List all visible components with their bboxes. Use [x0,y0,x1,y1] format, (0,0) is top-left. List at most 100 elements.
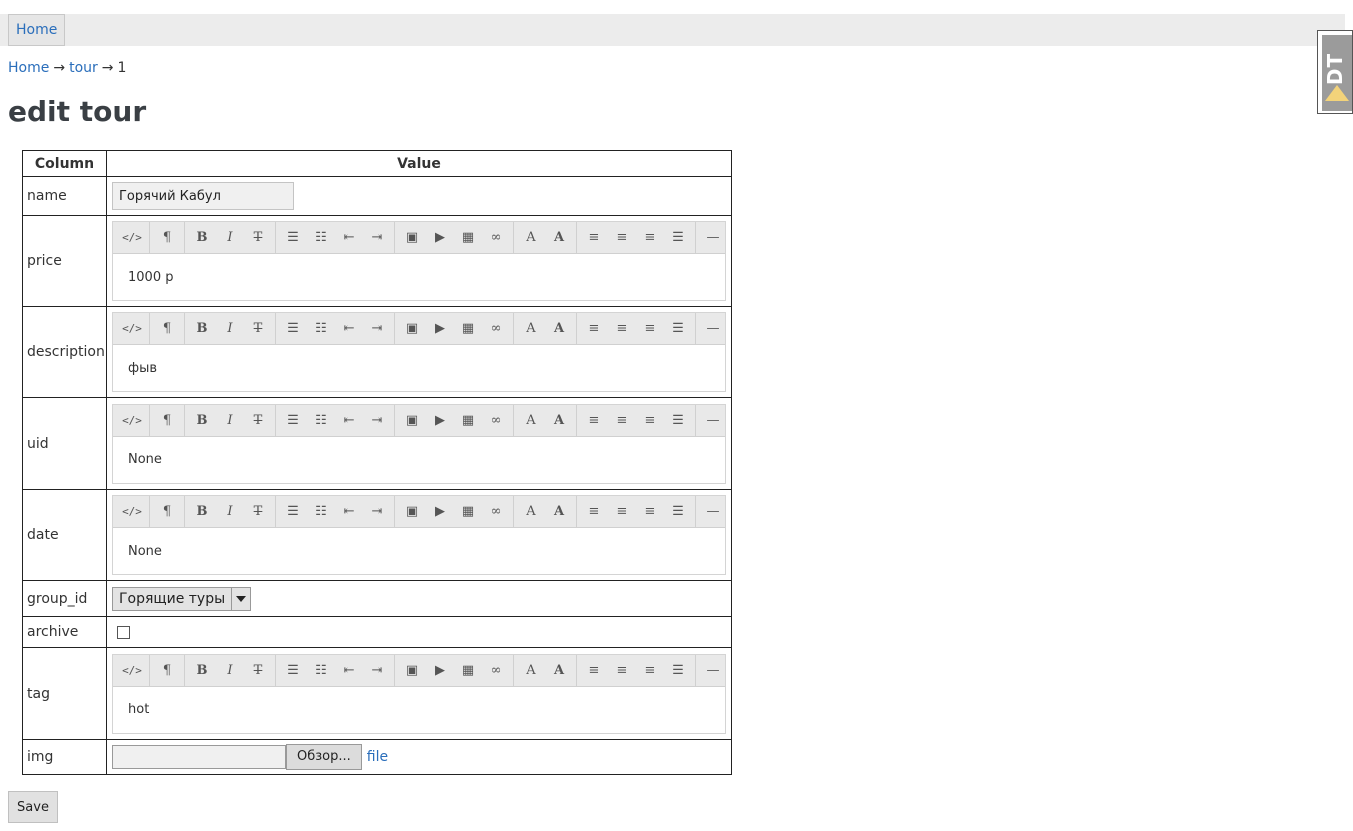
font-color-icon[interactable]: A [517,498,545,526]
align-left-icon[interactable]: ≡ [580,656,608,684]
debug-toolbar-handle[interactable]: DT [1317,30,1353,114]
unordered-list-icon[interactable]: ☰ [279,656,307,684]
align-left-icon[interactable]: ≡ [580,315,608,343]
strikethrough-icon[interactable]: T [244,224,272,252]
italic-icon[interactable]: I [216,315,244,343]
indent-icon[interactable]: ⇥ [363,315,391,343]
indent-icon[interactable]: ⇥ [363,406,391,434]
background-color-icon[interactable]: A [545,315,573,343]
html-icon[interactable]: </> [118,224,146,252]
justify-icon[interactable]: ☰ [664,406,692,434]
align-right-icon[interactable]: ≡ [636,224,664,252]
ordered-list-icon[interactable]: ☷ [307,498,335,526]
price-editor-content[interactable]: 1000 р [113,254,725,300]
unordered-list-icon[interactable]: ☰ [279,315,307,343]
link-icon[interactable]: ∞ [482,315,510,343]
ordered-list-icon[interactable]: ☷ [307,406,335,434]
outdent-icon[interactable]: ⇤ [335,224,363,252]
ordered-list-icon[interactable]: ☷ [307,224,335,252]
breadcrumb-home[interactable]: Home [8,60,49,76]
date-editor-content[interactable]: None [113,528,725,574]
home-nav-button[interactable]: Home [8,14,65,46]
video-icon[interactable]: ▶ [426,656,454,684]
outdent-icon[interactable]: ⇤ [335,315,363,343]
tag-editor-content[interactable]: hot [113,686,725,733]
video-icon[interactable]: ▶ [426,224,454,252]
bold-icon[interactable]: B [188,656,216,684]
link-icon[interactable]: ∞ [482,656,510,684]
paragraph-icon[interactable]: ¶ [153,498,181,526]
align-right-icon[interactable]: ≡ [636,656,664,684]
background-color-icon[interactable]: A [545,406,573,434]
align-left-icon[interactable]: ≡ [580,406,608,434]
font-color-icon[interactable]: A [517,224,545,252]
background-color-icon[interactable]: A [545,498,573,526]
paragraph-icon[interactable]: ¶ [153,656,181,684]
html-icon[interactable]: </> [118,498,146,526]
justify-icon[interactable]: ☰ [664,224,692,252]
background-color-icon[interactable]: A [545,224,573,252]
horizontal-rule-icon[interactable]: — [699,406,727,434]
align-center-icon[interactable]: ≡ [608,498,636,526]
video-icon[interactable]: ▶ [426,498,454,526]
horizontal-rule-icon[interactable]: — [699,656,727,684]
video-icon[interactable]: ▶ [426,406,454,434]
outdent-icon[interactable]: ⇤ [335,656,363,684]
justify-icon[interactable]: ☰ [664,656,692,684]
align-left-icon[interactable]: ≡ [580,498,608,526]
link-icon[interactable]: ∞ [482,224,510,252]
italic-icon[interactable]: I [216,656,244,684]
paragraph-icon[interactable]: ¶ [153,406,181,434]
archive-checkbox[interactable] [117,625,130,639]
link-icon[interactable]: ∞ [482,406,510,434]
paragraph-icon[interactable]: ¶ [153,315,181,343]
image-icon[interactable]: ▣ [398,224,426,252]
background-color-icon[interactable]: A [545,656,573,684]
ordered-list-icon[interactable]: ☷ [307,656,335,684]
justify-icon[interactable]: ☰ [664,498,692,526]
align-center-icon[interactable]: ≡ [608,406,636,434]
align-right-icon[interactable]: ≡ [636,498,664,526]
align-center-icon[interactable]: ≡ [608,224,636,252]
align-right-icon[interactable]: ≡ [636,315,664,343]
strikethrough-icon[interactable]: T [244,498,272,526]
description-editor-content[interactable]: фыв [113,345,725,391]
html-icon[interactable]: </> [118,406,146,434]
strikethrough-icon[interactable]: T [244,315,272,343]
italic-icon[interactable]: I [216,224,244,252]
name-input[interactable] [112,182,294,210]
img-file-path-field[interactable] [112,745,286,769]
italic-icon[interactable]: I [216,406,244,434]
table-icon[interactable]: ▦ [454,406,482,434]
html-icon[interactable]: </> [118,656,146,684]
image-icon[interactable]: ▣ [398,656,426,684]
outdent-icon[interactable]: ⇤ [335,498,363,526]
justify-icon[interactable]: ☰ [664,315,692,343]
align-left-icon[interactable]: ≡ [580,224,608,252]
font-color-icon[interactable]: A [517,315,545,343]
paragraph-icon[interactable]: ¶ [153,224,181,252]
unordered-list-icon[interactable]: ☰ [279,498,307,526]
bold-icon[interactable]: B [188,315,216,343]
image-icon[interactable]: ▣ [398,498,426,526]
bold-icon[interactable]: B [188,224,216,252]
browse-button[interactable]: Обзор... [286,744,362,770]
font-color-icon[interactable]: A [517,656,545,684]
horizontal-rule-icon[interactable]: — [699,498,727,526]
table-icon[interactable]: ▦ [454,498,482,526]
bold-icon[interactable]: B [188,406,216,434]
html-icon[interactable]: </> [118,315,146,343]
strikethrough-icon[interactable]: T [244,656,272,684]
indent-icon[interactable]: ⇥ [363,656,391,684]
uid-editor-content[interactable]: None [113,436,725,483]
save-button[interactable]: Save [8,791,58,823]
video-icon[interactable]: ▶ [426,315,454,343]
align-right-icon[interactable]: ≡ [636,406,664,434]
align-center-icon[interactable]: ≡ [608,656,636,684]
italic-icon[interactable]: I [216,498,244,526]
align-center-icon[interactable]: ≡ [608,315,636,343]
unordered-list-icon[interactable]: ☰ [279,224,307,252]
group-id-select[interactable]: Горящие туры [112,586,252,611]
bold-icon[interactable]: B [188,498,216,526]
indent-icon[interactable]: ⇥ [363,224,391,252]
